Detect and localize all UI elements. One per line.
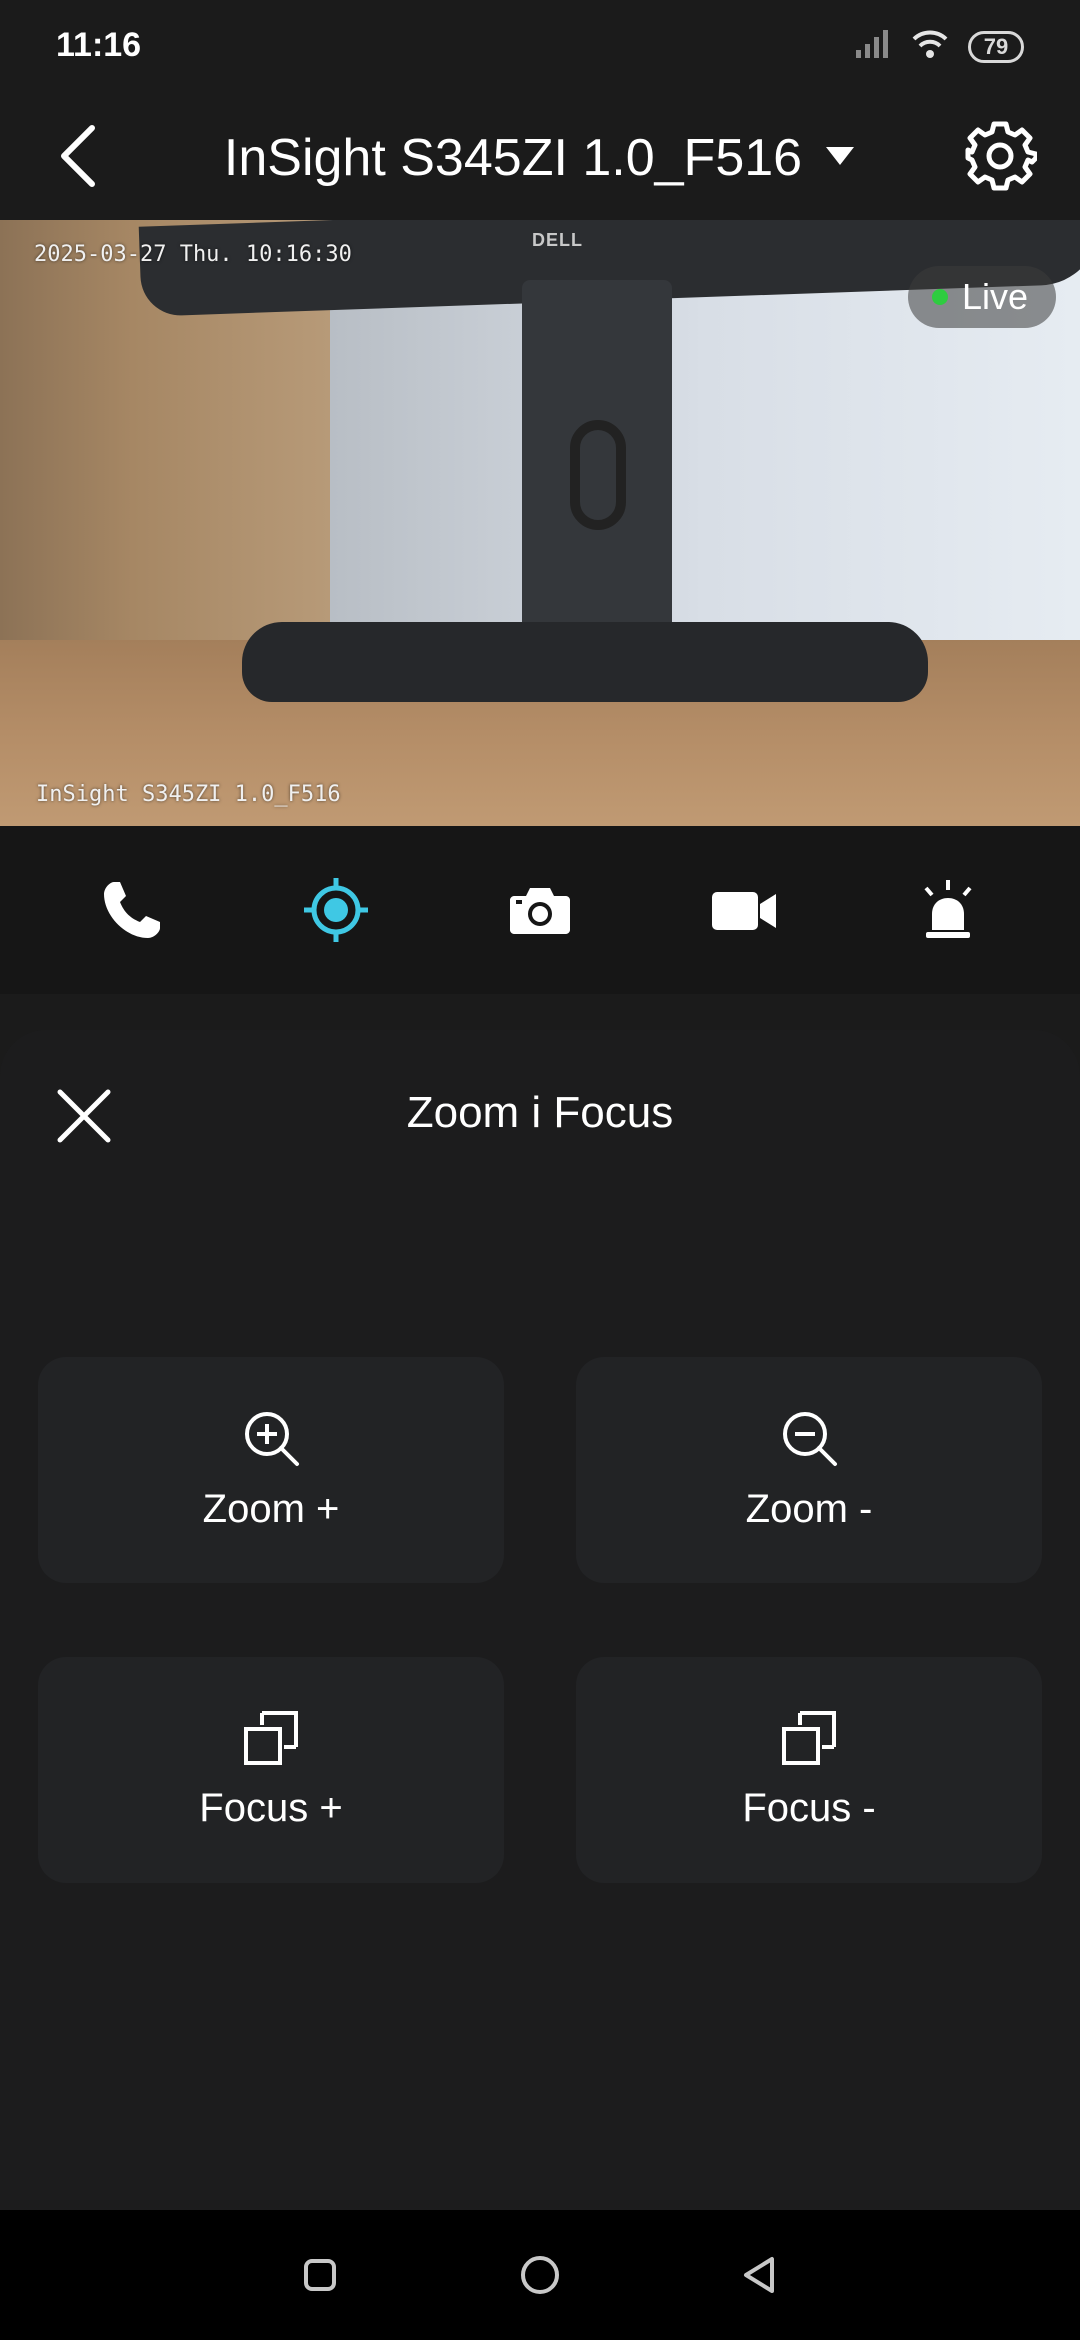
zoom-out-label: Zoom -	[745, 1487, 873, 1531]
zoom-out-button[interactable]: Zoom -	[576, 1357, 1042, 1583]
live-badge: Live	[907, 266, 1056, 328]
talk-button[interactable]	[72, 850, 192, 970]
zoom-in-label: Zoom +	[202, 1487, 340, 1531]
ptz-target-icon	[304, 878, 368, 942]
camera-toolbar	[0, 826, 1080, 994]
device-title: InSight S345ZI 1.0_F516	[223, 129, 803, 187]
video-record-icon	[712, 892, 776, 930]
app-screen: 11:16 79 InSight S345ZI 1.0_F516 DELL 20…	[0, 0, 1080, 2340]
siren-button[interactable]	[888, 850, 1008, 970]
record-button[interactable]	[684, 850, 804, 970]
camera-overlay-name: InSight S345ZI 1.0_F516	[36, 782, 341, 807]
settings-button[interactable]	[954, 110, 1046, 202]
focus-in-label: Focus +	[199, 1786, 343, 1830]
focus-out-button[interactable]: Focus -	[576, 1657, 1042, 1883]
scene-stand-cable-hole	[570, 420, 626, 530]
camera-snapshot-icon	[510, 888, 570, 934]
recents-button[interactable]	[290, 2245, 350, 2305]
ptz-button[interactable]	[276, 850, 396, 970]
device-selector[interactable]: InSight S345ZI 1.0_F516	[0, 96, 1080, 220]
zoom-in-icon	[241, 1408, 301, 1473]
scene-monitor-base	[242, 622, 928, 702]
live-label: Live	[961, 276, 1028, 317]
caret-down-icon	[824, 145, 856, 172]
focus-out-icon	[780, 1709, 838, 1772]
zoom-in-button[interactable]: Zoom +	[38, 1357, 504, 1583]
back-nav-button[interactable]	[730, 2245, 790, 2305]
phone-icon	[104, 882, 160, 938]
monitor-brand-logo: DELL	[532, 230, 583, 250]
camera-timestamp: 2025-03-27 Thu. 10:16:30	[34, 242, 352, 267]
zoom-out-icon	[779, 1408, 839, 1473]
siren-icon	[924, 880, 972, 938]
gear-icon	[965, 121, 1037, 191]
battery-indicator: 79	[968, 30, 1024, 63]
status-bar: 11:16 79	[0, 0, 1080, 96]
focus-out-label: Focus -	[742, 1786, 876, 1830]
system-nav-bar	[0, 2210, 1080, 2340]
focus-in-icon	[242, 1709, 300, 1772]
snapshot-button[interactable]	[480, 850, 600, 970]
camera-live-view[interactable]: DELL 2025-03-27 Thu. 10:16:30 InSight S3…	[0, 220, 1080, 826]
status-icons: 79	[854, 28, 1024, 65]
recents-square-icon	[304, 2259, 336, 2291]
back-triangle-icon	[744, 2257, 774, 2293]
header: InSight S345ZI 1.0_F516	[0, 96, 1080, 220]
focus-in-button[interactable]: Focus +	[38, 1657, 504, 1883]
zoom-focus-panel: Zoom i Focus Zoom + Zoom - Focus + Focus…	[0, 1030, 1080, 2210]
status-time: 11:16	[56, 26, 142, 64]
home-circle-icon	[521, 2256, 559, 2294]
signal-icon	[854, 28, 892, 65]
panel-title: Zoom i Focus	[406, 1088, 674, 1137]
wifi-icon	[910, 28, 950, 65]
home-button[interactable]	[510, 2245, 570, 2305]
live-dot-icon	[931, 289, 948, 305]
